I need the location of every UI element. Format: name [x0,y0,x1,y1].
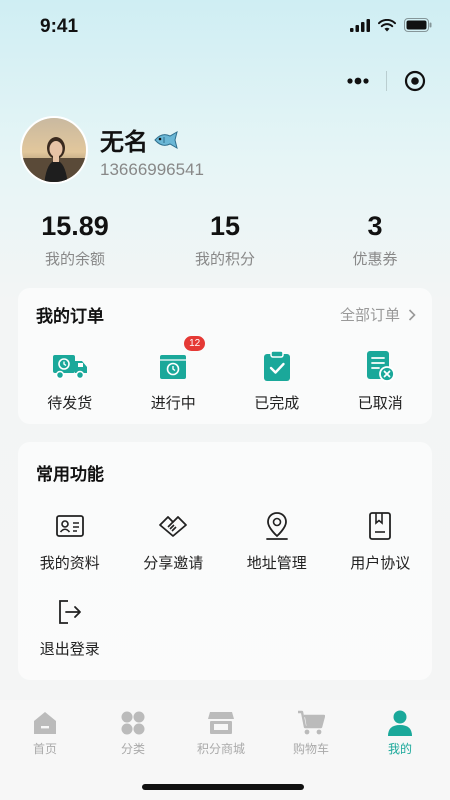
functions-title: 常用功能 [36,465,104,485]
stat-balance[interactable]: 15.89 我的余额 [0,208,150,269]
home-icon [30,708,60,738]
function-user-agreement[interactable]: 用户协议 [329,506,433,573]
account-stats: 15.89 我的余额 15 我的积分 3 优惠券 [0,208,450,269]
order-pending-shipment[interactable]: 待发货 [18,346,122,413]
chevron-right-icon [408,308,416,321]
status-time: 9:41 [40,16,79,37]
logout-icon [50,592,90,632]
username-text: 无名 [100,128,148,156]
package-clock-icon: 12 [153,336,206,386]
tab-label: 我的 [387,742,412,756]
stat-label: 我的积分 [194,250,255,268]
stat-value: 15 [209,211,241,241]
function-label: 分享邀请 [143,554,204,572]
agreement-book-icon [360,506,400,546]
profile-header: 无名 13666996541 [20,116,420,186]
tab-label: 分类 [120,742,145,756]
user-icon [385,708,415,738]
category-icon [118,708,148,738]
handshake-icon [153,506,193,546]
function-my-profile[interactable]: 我的资料 [18,506,122,573]
wifi-icon [378,18,396,31]
clipboard-check-icon [257,346,297,386]
orders-row: 待发货 12 进行中 已完成 已取消 [18,336,433,413]
stat-coupons[interactable]: 3 优惠券 [300,208,450,269]
tab-label: 积分商城 [196,742,245,756]
orders-title: 我的订单 [36,307,104,327]
phone-number: 13666996541 [100,160,205,179]
orders-card: 我的订单 全部订单 待发货 12 进行中 已完成 已取消 [18,288,432,424]
status-bar: 9:41 [0,0,450,52]
capsule-divider [386,71,388,91]
functions-row-1: 我的资料 分享邀请 地址管理 用户协议 [18,506,432,573]
miniprogram-capsule [338,62,434,100]
order-label: 已完成 [254,394,300,412]
id-card-icon [50,506,90,546]
all-orders-label: 全部订单 [339,306,400,324]
tab-home[interactable]: 首页 [0,708,90,757]
stat-label: 我的余额 [44,250,105,268]
stat-value: 15.89 [41,211,109,241]
tab-label: 购物车 [292,742,329,756]
username: 无名 [100,122,180,157]
battery-icon [404,18,432,32]
signal-icon [350,18,370,32]
tab-points-mall[interactable]: 积分商城 [176,708,266,757]
status-icons [350,18,432,32]
function-label: 我的资料 [39,554,100,572]
fish-icon [154,130,178,149]
tab-cart[interactable]: 购物车 [266,708,356,757]
home-indicator[interactable] [142,784,304,790]
tab-category[interactable]: 分类 [88,708,178,757]
function-logout[interactable]: 退出登录 [18,592,122,659]
function-share-invite[interactable]: 分享邀请 [122,506,226,573]
stat-label: 优惠券 [352,250,398,268]
store-icon [206,708,236,738]
stat-value: 3 [367,211,383,241]
location-pin-icon [257,506,297,546]
order-label: 待发货 [47,394,93,412]
order-label: 进行中 [150,394,196,412]
order-in-progress[interactable]: 12 进行中 [122,336,226,413]
tab-label: 首页 [32,742,57,756]
functions-card: 常用功能 我的资料 分享邀请 地址管理 用户协议 退出登录 [18,442,432,680]
function-label: 地址管理 [246,554,307,572]
function-address-management[interactable]: 地址管理 [225,506,329,573]
more-icon[interactable] [346,77,370,85]
order-label: 已取消 [357,394,403,412]
cart-icon [296,708,326,738]
order-completed[interactable]: 已完成 [225,346,329,413]
avatar[interactable] [20,116,88,184]
order-cancelled[interactable]: 已取消 [329,346,433,413]
functions-row-2: 退出登录 [18,592,432,659]
avatar-photo [22,118,86,182]
tab-mine[interactable]: 我的 [355,708,445,757]
order-count-badge: 12 [184,336,206,351]
function-label: 退出登录 [39,640,100,658]
close-miniprogram-icon[interactable] [404,70,426,92]
document-cancel-icon [360,346,400,386]
stat-points[interactable]: 15 我的积分 [150,208,300,269]
truck-icon [50,346,90,386]
function-label: 用户协议 [350,554,411,572]
all-orders-link[interactable]: 全部订单 [340,304,416,325]
